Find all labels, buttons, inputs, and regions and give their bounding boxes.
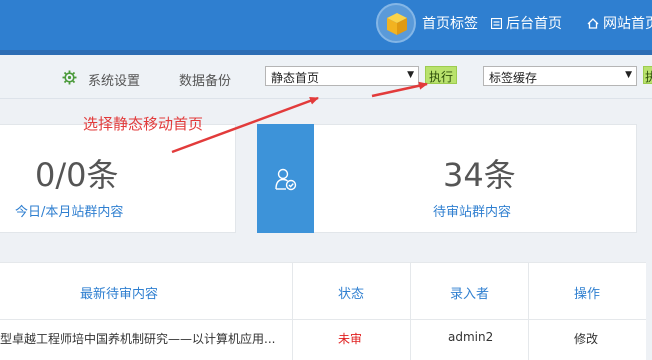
header-row-divider: [0, 319, 646, 320]
column-divider: [410, 263, 411, 360]
row-edit-link[interactable]: 修改: [574, 330, 598, 347]
annotation-arrow-execute: [371, 81, 428, 98]
column-divider: [528, 263, 529, 360]
column-header-author: 录入者: [450, 287, 490, 302]
row-title-link[interactable]: 型卓越工程师培中国养机制研究——以计算机应用...: [0, 330, 275, 347]
row-status: 未审: [338, 332, 363, 346]
pending-content-table: 最新待审内容 状态 录入者 操作 型卓越工程师培中国养机制研究——以计算机应用.…: [0, 262, 646, 360]
row-author: admin2: [448, 330, 494, 344]
annotation-text: 选择静态移动首页: [83, 115, 204, 133]
column-header-content: 最新待审内容: [80, 287, 159, 302]
column-header-status: 状态: [338, 287, 365, 302]
column-header-action: 操作: [574, 287, 601, 302]
column-divider: [292, 263, 293, 360]
